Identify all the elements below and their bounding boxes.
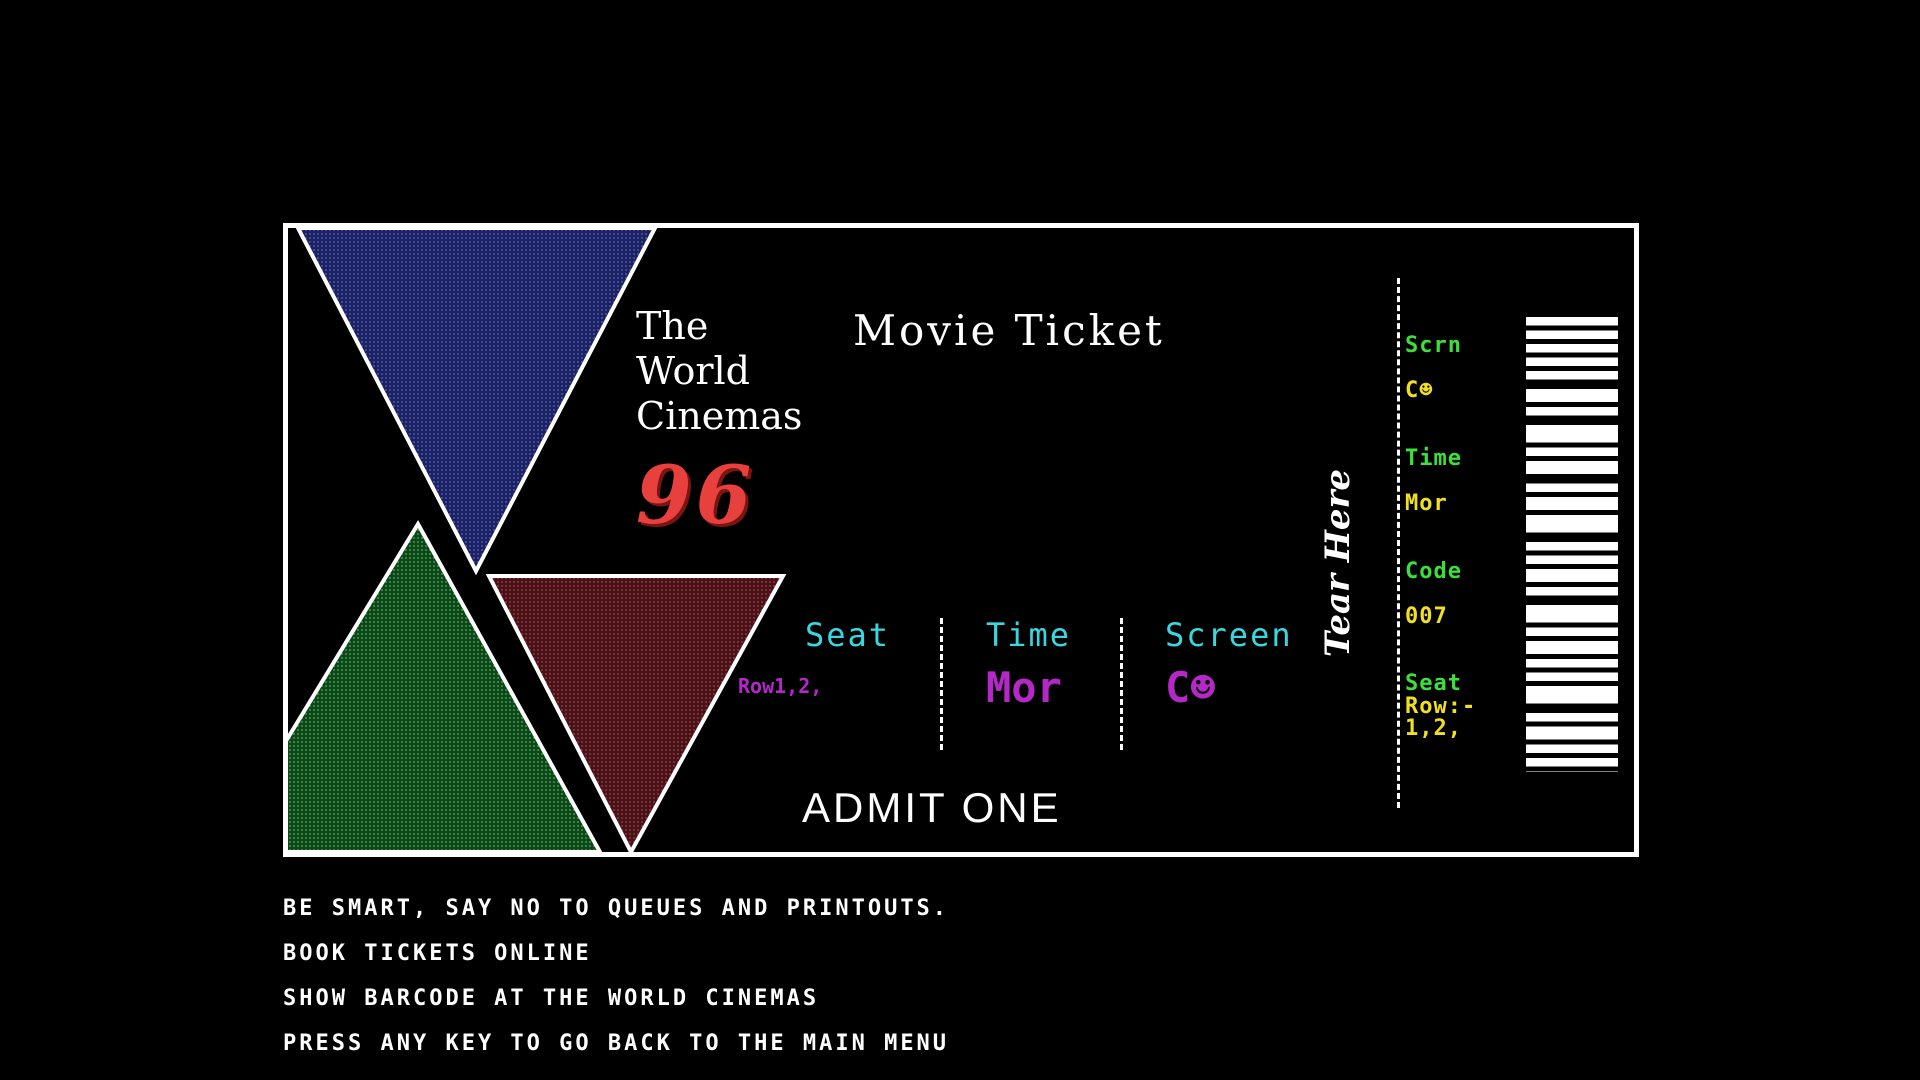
stub-code-value: 007 [1405,604,1448,629]
barcode-bar [1526,659,1618,668]
time-label: Time [986,616,1072,654]
barcode-bar [1526,389,1618,402]
field-divider [940,618,943,750]
barcode-bar [1526,317,1618,326]
barcode-bar [1526,483,1618,492]
brand-line: Cinemas [636,394,803,438]
barcode-bar [1526,758,1618,767]
barcode-bar [1526,497,1618,510]
barcode-bar [1526,357,1618,366]
barcode-bar [1526,447,1618,456]
seat-label: Seat [805,616,891,654]
screen-value: C☻ [1165,663,1216,712]
seat-value: Row1,2, [738,674,823,698]
barcode-bar [1526,686,1618,704]
screen-label: Screen [1165,616,1293,654]
stub-seat-label: Seat [1405,671,1462,696]
tear-here-label: Tear Here [1318,468,1358,658]
barcode-bar [1526,371,1618,380]
admit-one-label: ADMIT ONE [802,784,1062,831]
barcode-bar [1526,542,1618,551]
barcode-bar [1526,726,1618,740]
footer-message: BE SMART, SAY NO TO QUEUES AND PRINTOUTS… [283,896,950,921]
stub-screen-value: C☻ [1405,378,1434,403]
ticket-screen: The World Cinemas 96 Movie Ticket Seat R… [0,0,1920,1080]
barcode-bar [1526,587,1618,596]
barcode-bar [1526,627,1618,636]
stub-time-value: Mor [1405,491,1448,516]
barcode-bar [1526,771,1618,772]
barcode-bar [1526,744,1618,753]
stub-code-label: Code [1405,559,1462,584]
footer-prompt[interactable]: PRESS ANY KEY TO GO BACK TO THE MAIN MEN… [283,1031,949,1056]
footer-message: SHOW BARCODE AT THE WORLD CINEMAS [283,986,820,1011]
barcode-bar [1526,425,1618,443]
brand-line: The [636,304,709,348]
ticket-title: Movie Ticket [853,306,1165,355]
tear-line [1397,278,1400,808]
footer-message: BOOK TICKETS ONLINE [283,941,592,966]
barcode-bar [1526,569,1618,582]
barcode-bar [1526,713,1618,722]
brand-line: World [636,349,750,393]
barcode-bar [1526,641,1618,654]
barcode-bar [1526,555,1618,564]
stub-seat-value: Row:- [1405,694,1477,719]
movie-ticket: The World Cinemas 96 Movie Ticket Seat R… [283,223,1639,857]
barcode-bar [1526,672,1618,681]
barcode-bar [1526,344,1618,353]
barcode-bar [1526,605,1618,623]
barcode-bar [1526,407,1618,416]
stub-time-label: Time [1405,446,1462,471]
time-value: Mor [986,663,1062,712]
barcode [1526,317,1618,772]
stub-screen-label: Scrn [1405,333,1462,358]
field-divider [1120,618,1123,750]
cinema-number: 96 [636,448,756,542]
barcode-bar [1526,330,1618,339]
blue-triangle [295,228,658,576]
barcode-bar [1526,515,1618,533]
stub-seat-value: 1,2, [1405,716,1462,741]
barcode-bar [1526,461,1618,474]
cinema-name: The World Cinemas [636,304,802,439]
